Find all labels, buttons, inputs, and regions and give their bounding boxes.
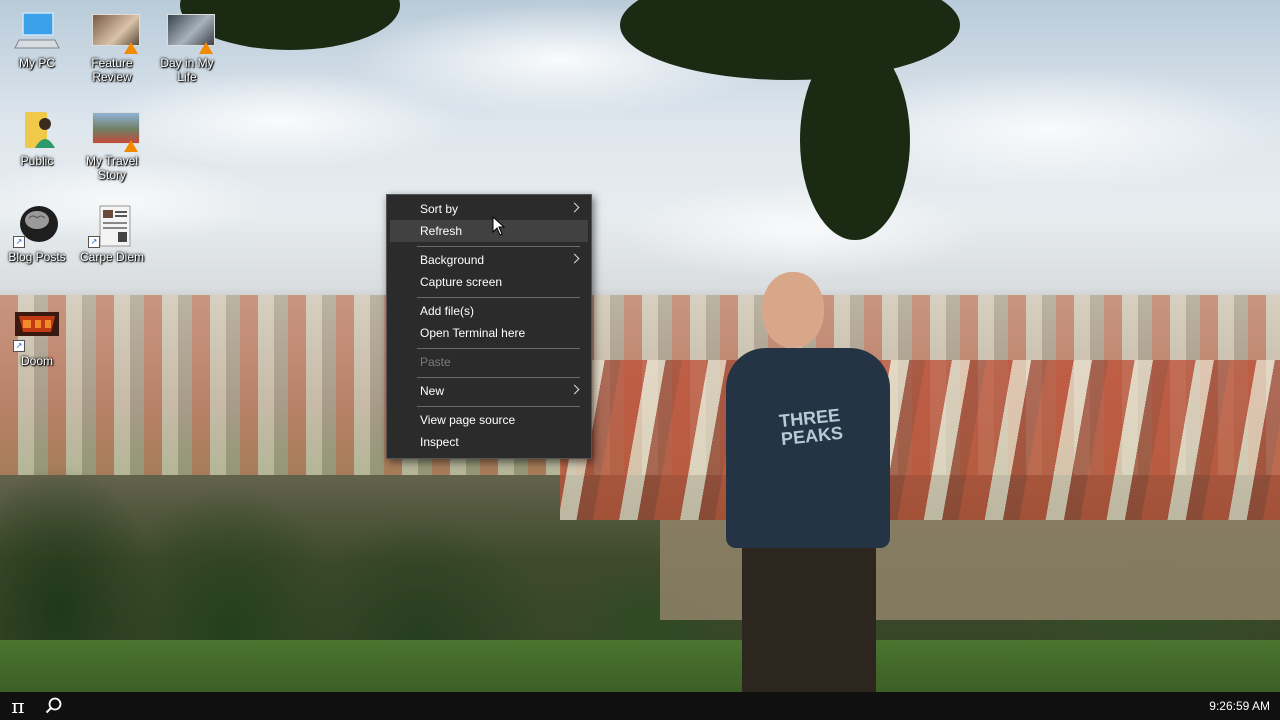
menu-item-label: Add file(s) xyxy=(420,304,475,318)
desktop-icon-label: Carpe Diem xyxy=(79,250,145,264)
menu-item-background[interactable]: Background xyxy=(390,249,588,271)
wallpaper-person-head xyxy=(762,272,824,348)
desktop-icon-public[interactable]: Public xyxy=(0,108,74,168)
desktop-icon-doom[interactable]: ↗ Doom xyxy=(0,308,74,368)
menu-separator xyxy=(417,348,580,349)
vlc-cone-icon xyxy=(124,140,138,152)
document-shortcut-icon: ↗ xyxy=(88,204,136,248)
video-file-icon xyxy=(88,10,140,54)
menu-item-label: Paste xyxy=(420,355,451,369)
menu-item-add-files[interactable]: Add file(s) xyxy=(390,300,588,322)
menu-item-label: Open Terminal here xyxy=(420,326,526,340)
vlc-cone-icon xyxy=(199,42,213,54)
desktop-context-menu: Sort by Refresh Background Capture scree… xyxy=(386,194,592,459)
desktop-icon-label: Day in My Life xyxy=(160,56,214,84)
desktop-icon-label: Public xyxy=(20,154,54,168)
doom-shortcut-icon: ↗ xyxy=(13,308,61,352)
menu-item-label: Refresh xyxy=(420,224,463,238)
menu-item-inspect[interactable]: Inspect xyxy=(390,431,588,453)
menu-separator xyxy=(417,246,580,247)
taskbar: π 9:26:59 AM xyxy=(0,692,1280,720)
wallpaper-foliage xyxy=(800,40,910,240)
desktop-icon-label: Feature Review xyxy=(91,56,133,84)
chevron-right-icon xyxy=(569,384,580,395)
desktop-icon-feature-review[interactable]: Feature Review xyxy=(75,10,149,84)
desktop-icon-blog-posts[interactable]: ↗ Blog Posts xyxy=(0,204,74,264)
menu-item-label: Inspect xyxy=(420,435,459,449)
desktop-icon-label: My PC xyxy=(19,56,55,70)
menu-item-open-terminal[interactable]: Open Terminal here xyxy=(390,322,588,344)
menu-item-label: Sort by xyxy=(420,202,459,216)
menu-separator xyxy=(417,297,580,298)
video-file-icon xyxy=(163,10,215,54)
desktop-wallpaper[interactable]: THREE PEAKS xyxy=(0,0,1280,720)
menu-item-label: Background xyxy=(420,253,485,267)
computer-icon xyxy=(13,10,61,54)
menu-item-refresh[interactable]: Refresh xyxy=(390,220,588,242)
menu-separator xyxy=(417,406,580,407)
chevron-right-icon xyxy=(569,202,580,213)
menu-item-new[interactable]: New xyxy=(390,380,588,402)
chevron-right-icon xyxy=(569,253,580,264)
desktop-icon-carpe-diem[interactable]: ↗ Carpe Diem xyxy=(75,204,149,264)
menu-item-capture-screen[interactable]: Capture screen xyxy=(390,271,588,293)
desktop-icon-label: Blog Posts xyxy=(8,250,66,264)
video-file-icon xyxy=(88,108,140,152)
wallpaper-person-legs xyxy=(742,540,876,692)
menu-item-sort-by[interactable]: Sort by xyxy=(390,198,588,220)
shortcut-arrow-icon: ↗ xyxy=(88,236,100,248)
shortcut-arrow-icon: ↗ xyxy=(13,236,25,248)
search-button[interactable] xyxy=(40,692,68,720)
wallpaper-grass xyxy=(0,640,1280,692)
search-icon xyxy=(45,697,62,714)
desktop-icon-my-pc[interactable]: My PC xyxy=(0,10,74,70)
menu-separator xyxy=(417,377,580,378)
menu-item-label: New xyxy=(420,384,445,398)
menu-item-paste: Paste xyxy=(390,351,588,373)
menu-item-view-page-source[interactable]: View page source xyxy=(390,409,588,431)
desktop-icon-label: My Travel Story xyxy=(85,154,138,182)
wallpaper-person-torso xyxy=(726,348,890,548)
brain-shortcut-icon: ↗ xyxy=(13,204,61,248)
user-folder-icon xyxy=(13,108,61,152)
desktop-icon-day-in-my-life[interactable]: Day in My Life xyxy=(150,10,224,84)
menu-item-label: View page source xyxy=(420,413,516,427)
start-button[interactable]: π xyxy=(4,692,32,720)
menu-item-label: Capture screen xyxy=(420,275,503,289)
shortcut-arrow-icon: ↗ xyxy=(13,340,25,352)
desktop-icon-my-travel-story[interactable]: My Travel Story xyxy=(75,108,149,182)
vlc-cone-icon xyxy=(124,42,138,54)
taskbar-clock[interactable]: 9:26:59 AM xyxy=(1209,692,1270,720)
desktop-icon-label: Doom xyxy=(20,354,53,368)
